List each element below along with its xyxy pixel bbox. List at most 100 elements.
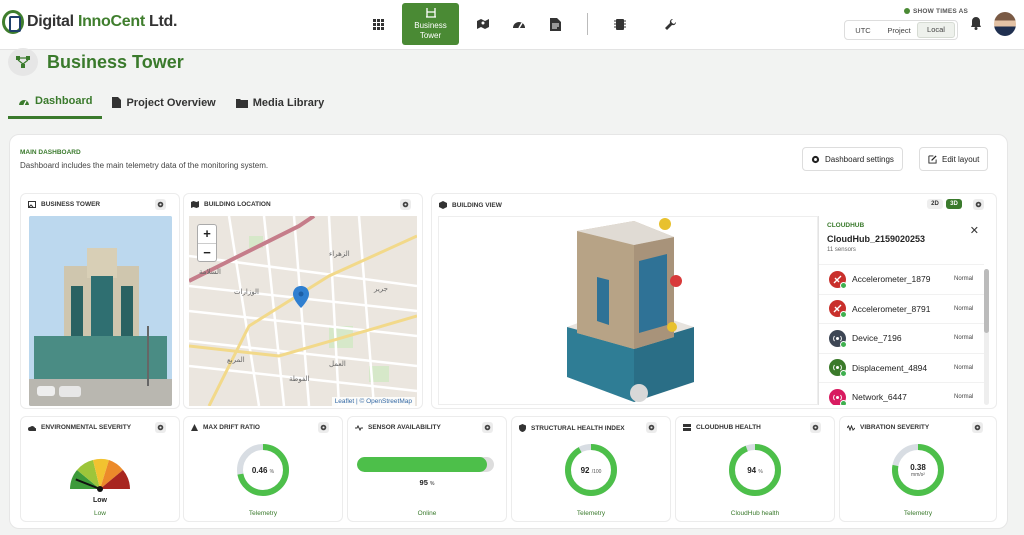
main-dashboard: MAIN DASHBOARD Dashboard includes the ma… [9, 134, 1008, 529]
main-nav: Business Tower [360, 3, 688, 45]
drift-ring: 0.46 % [235, 442, 291, 498]
user-avatar[interactable] [994, 12, 1016, 36]
project-tabs: Dashboard Project Overview Media Library [8, 91, 334, 119]
cloudhub-kicker: CLOUDHUB [827, 222, 865, 229]
card-footer: Online [417, 510, 437, 517]
sensor-list: Accelerometer_1879 Normal Accelerometer_… [819, 264, 984, 405]
gear-icon[interactable] [155, 422, 166, 433]
info-icon [904, 8, 910, 14]
view-2d-button[interactable]: 2D [927, 199, 943, 209]
gear-icon [811, 155, 820, 163]
close-icon[interactable]: ✕ [970, 224, 979, 237]
timezone-utc[interactable]: UTC [845, 26, 881, 35]
signal-icon [355, 424, 363, 431]
svg-text:جرير: جرير [373, 285, 388, 293]
shield-icon [519, 424, 526, 432]
availability-value: 95 [419, 478, 428, 487]
structural-health-card: STRUCTURAL HEALTH INDEX 92 /100 Telemetr… [511, 416, 671, 522]
svg-text:السلامة: السلامة [199, 268, 221, 276]
edit-icon [928, 154, 937, 164]
top-bar: Digital InnoCent Ltd. Business Tower SHO… [0, 0, 1024, 50]
map-zoom-control: + − [197, 224, 217, 262]
accelerometer-icon [829, 300, 847, 319]
vibration-value: 0.38 [910, 462, 926, 472]
view-mode-toggle: 2D 3D [927, 199, 965, 209]
gear-icon[interactable] [646, 422, 657, 433]
grid-icon[interactable] [366, 12, 390, 36]
sensor-row[interactable]: Accelerometer_8791 Normal [819, 293, 984, 324]
dashboard-settings-button[interactable]: Dashboard settings [802, 147, 903, 171]
map-icon[interactable] [471, 12, 495, 36]
max-drift-ratio-card: MAX DRIFT RATIO 0.46 % Telemetry [183, 416, 343, 522]
gear-icon[interactable] [400, 199, 411, 210]
nav-divider [587, 13, 588, 35]
accelerometer-icon [829, 270, 847, 289]
project-icon [8, 48, 38, 76]
card-footer: Telemetry [903, 510, 933, 517]
sensor-list-scrollbar[interactable] [984, 269, 989, 405]
tab-project-overview[interactable]: Project Overview [102, 91, 225, 119]
cloudhub-health-ring: 94 % [727, 442, 783, 498]
show-times-label: SHOW TIMES AS [904, 8, 968, 15]
structural-ring: 92 /100 [563, 442, 619, 498]
image-icon [28, 201, 36, 208]
sensor-row[interactable]: Accelerometer_1879 Normal [819, 264, 984, 294]
svg-text:الفوطة: الفوطة [289, 375, 310, 383]
svg-text:المربع: المربع [227, 356, 245, 364]
availability-bar [357, 457, 494, 472]
zoom-in-button[interactable]: + [198, 225, 216, 243]
gear-icon[interactable] [973, 199, 984, 210]
document-icon[interactable] [543, 12, 567, 36]
card-footer: Telemetry [248, 510, 278, 517]
chip-icon[interactable] [608, 12, 632, 36]
gear-icon[interactable] [318, 422, 329, 433]
edit-layout-button[interactable]: Edit layout [919, 147, 989, 171]
cloudhub-health-card: CLOUDHUB HEALTH 94 % CloudHub health [675, 416, 835, 522]
company-logo[interactable]: Digital InnoCent Ltd. [2, 10, 177, 34]
logo-mark-icon [2, 10, 24, 34]
network-icon [829, 388, 847, 405]
zoom-out-button[interactable]: − [198, 243, 216, 261]
cloudhub-health-value: 94 [747, 465, 757, 475]
drift-value: 0.46 [251, 465, 268, 475]
dashboard-title: MAIN DASHBOARD [20, 149, 81, 156]
tab-dashboard[interactable]: Dashboard [8, 91, 103, 119]
vibration-ring: 0.38 mm/s² [890, 442, 946, 498]
severity-gauge [70, 458, 130, 492]
timezone-local[interactable]: Local [917, 22, 955, 38]
gear-icon[interactable] [810, 422, 821, 433]
map-attribution[interactable]: Leaflet | © OpenStreetMap [331, 397, 415, 406]
location-map[interactable]: الزهراء الوزارات السلامة المربع الفوطة العمل ج… [189, 216, 417, 406]
cloudhub-panel: CLOUDHUB CloudHub_2159020253 11 sensors … [818, 216, 991, 405]
svg-text:الزهراء: الزهراء [329, 250, 350, 258]
card-footer: Telemetry [576, 510, 606, 517]
card-footer: CloudHub health [730, 510, 780, 517]
severity-value: Low [93, 497, 107, 504]
gauge-icon[interactable] [507, 12, 531, 36]
bell-icon[interactable] [970, 16, 982, 35]
tab-media-library[interactable]: Media Library [226, 91, 335, 119]
building-location-widget: BUILDING LOCATION الزهراء الوزارات السلامة… [183, 193, 423, 409]
building-view-widget: BUILDING VIEW 2D 3D CLOUDHUB CloudHub_21… [431, 193, 997, 409]
gear-icon[interactable] [155, 199, 166, 210]
gear-icon[interactable] [972, 422, 983, 433]
sensor-row[interactable]: Device_7196 Normal [819, 323, 984, 353]
document-icon [112, 97, 122, 108]
view-3d-button[interactable]: 3D [946, 199, 962, 209]
sensor-count: 11 sensors [827, 247, 856, 253]
building-3d-viewer[interactable] [438, 216, 818, 405]
cloudhub-name: CloudHub_2159020253 [827, 234, 926, 244]
structural-value: 92 [580, 465, 590, 475]
sensor-row[interactable]: Network_6447 Normal [819, 382, 984, 405]
building-photo [29, 216, 172, 406]
gear-icon[interactable] [482, 422, 493, 433]
card-footer: Low [94, 510, 106, 517]
server-icon [683, 424, 691, 431]
page-title: Business Tower [47, 52, 184, 72]
nav-business-tower[interactable]: Business Tower [402, 3, 459, 45]
timezone-project[interactable]: Project [881, 26, 917, 35]
vibration-severity-card: VIBRATION SEVERITY 0.38 mm/s² Telemetry [839, 416, 997, 522]
sensor-row[interactable]: Displacement_4894 Normal [819, 352, 984, 383]
dashboard-description: Dashboard includes the main telemetry da… [20, 161, 269, 170]
wrench-icon[interactable] [658, 12, 682, 36]
